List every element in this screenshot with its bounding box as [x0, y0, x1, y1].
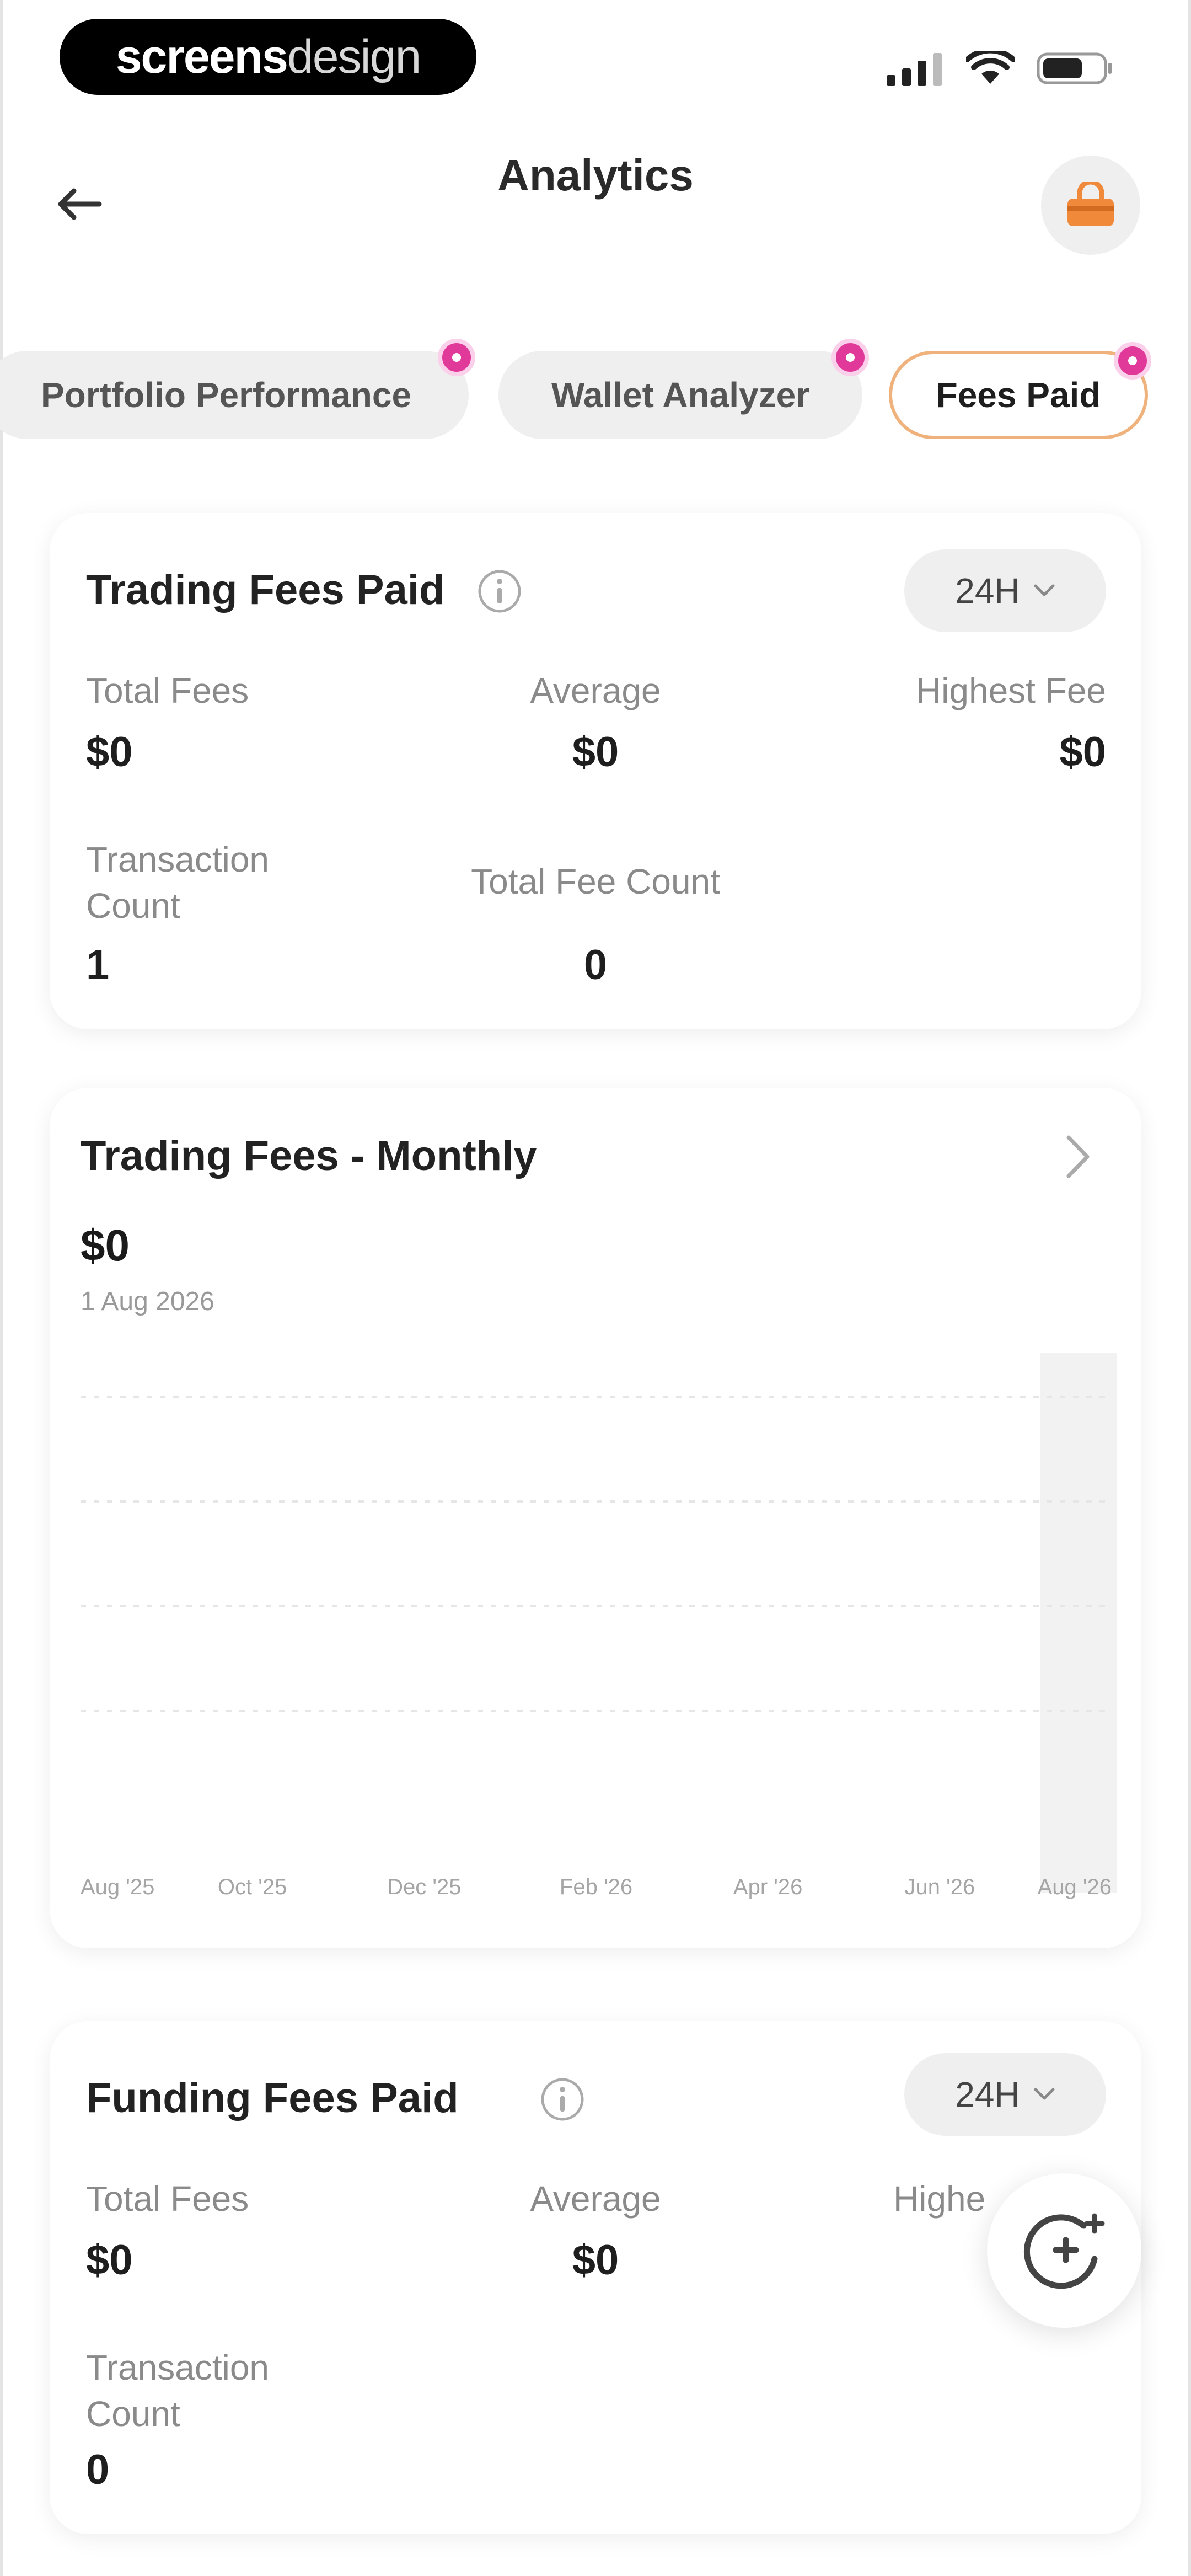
tab-portfolio-performance[interactable]: Portfolio Performance [0, 339, 475, 439]
highest-fee-label: Highe [893, 2179, 986, 2219]
highest-fee-value: $0 [1059, 729, 1106, 776]
highest-fee-label: Highest Fee [915, 671, 1106, 710]
transaction-count-value: 0 [86, 2446, 110, 2493]
analytics-tabs: Portfolio Performance Wallet Analyzer Fe… [0, 339, 1191, 439]
average-value: $0 [572, 729, 619, 776]
trading-fees-card: Trading Fees Paid 24H Total Fees $0 Aver… [50, 513, 1141, 1029]
shopping-bag-icon [1067, 182, 1114, 226]
brand-logo: screens design [60, 19, 476, 95]
x-tick-label: Apr '26 [733, 1875, 803, 1899]
x-tick-label: Aug '25 [81, 1875, 154, 1899]
tab-wallet-analyzer[interactable]: Wallet Analyzer [498, 339, 869, 439]
card-title: Trading Fees Paid [86, 566, 445, 613]
battery-icon [1037, 52, 1112, 84]
refresh-add-icon [1023, 2213, 1105, 2289]
x-tick-label: Dec '25 [387, 1875, 461, 1899]
tab-fees-paid[interactable]: Fees Paid [889, 342, 1151, 439]
card-title: Funding Fees Paid [86, 2075, 459, 2121]
header-avatar-button[interactable] [1041, 156, 1140, 255]
x-tick-label: Jun '26 [904, 1875, 975, 1899]
new-badge-icon [1114, 342, 1151, 380]
new-badge-icon [438, 339, 475, 376]
selected-month-highlight [1040, 1353, 1117, 1893]
page-title: Analytics [497, 151, 694, 200]
average-label: Average [530, 671, 661, 710]
add-widget-button[interactable] [987, 2173, 1141, 2328]
signal-icon [887, 53, 942, 86]
transaction-count-label: Transaction Count [86, 2348, 269, 2434]
new-badge-icon [831, 339, 869, 376]
total-fees-value: $0 [86, 729, 133, 776]
x-tick-label: Feb '26 [560, 1875, 632, 1899]
average-label: Average [530, 2179, 661, 2219]
total-fees-label: Total Fees [86, 671, 249, 710]
total-fees-label: Total Fees [86, 2179, 249, 2219]
funding-fees-card: Funding Fees Paid 24H Total Fees $0 Aver… [50, 2021, 1141, 2534]
total-fee-count-label: Total Fee Count [471, 862, 720, 901]
total-fees-value: $0 [86, 2237, 133, 2284]
average-value: $0 [572, 2237, 619, 2284]
wifi-icon [966, 51, 1015, 84]
status-icons [887, 51, 1114, 86]
chevron-down-icon [1034, 584, 1055, 596]
period-dropdown[interactable]: 24H [904, 549, 1106, 632]
x-tick-label: Oct '25 [218, 1875, 287, 1899]
total-fee-count-value: 0 [583, 942, 608, 988]
transaction-count-label: Transaction Count [86, 840, 269, 926]
monthly-fees-chart: Aug '25 Oct '25 Dec '25 Feb '26 Apr '26 Jun '… [81, 1353, 1117, 1899]
transaction-count-value: 1 [86, 942, 110, 988]
monthly-fees-card: Trading Fees - Monthly $0 1 Aug 2026 Aug… [50, 1088, 1141, 1948]
chevron-down-icon [1034, 2088, 1055, 2100]
period-dropdown[interactable]: 24H [904, 2053, 1106, 2136]
x-tick-label: Aug '26 [1038, 1875, 1112, 1899]
info-icon[interactable] [476, 568, 523, 614]
info-icon[interactable] [539, 2076, 586, 2123]
